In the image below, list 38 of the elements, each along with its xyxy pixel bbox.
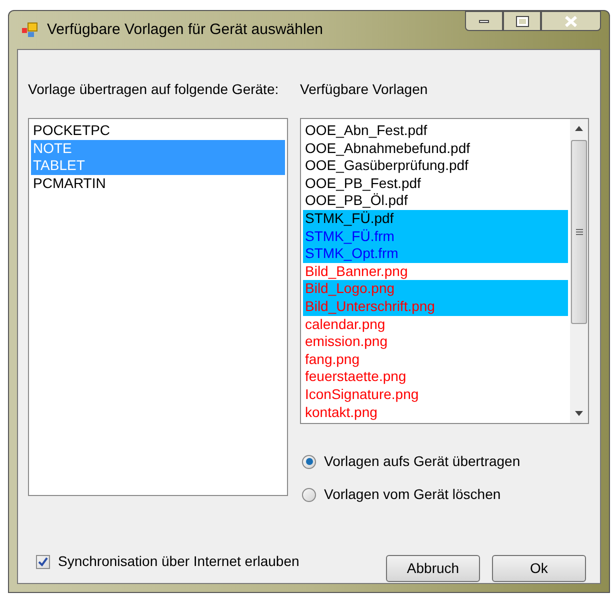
list-item[interactable]: IconSignature.png (303, 386, 568, 404)
list-item[interactable]: OOE_PB_Öl.pdf (303, 192, 568, 210)
list-item[interactable]: OOE_Abn_Fest.pdf (303, 122, 568, 140)
devices-label: Vorlage übertragen auf folgende Geräte: (28, 80, 280, 99)
scroll-thumb[interactable] (571, 140, 587, 324)
dialog-button[interactable]: Abbruch (386, 555, 480, 582)
sync-checkbox[interactable]: Synchronisation über Internet erlauben (36, 551, 300, 572)
minimize-button[interactable] (465, 11, 503, 31)
maximize-button[interactable] (503, 11, 541, 31)
list-item[interactable]: STMK_FÜ.frm (303, 228, 568, 246)
scroll-up-icon[interactable] (575, 126, 583, 131)
list-item[interactable]: kontakt.png (303, 404, 568, 422)
list-item[interactable]: PCMARTIN (31, 174, 285, 192)
list-item[interactable]: STMK_Opt.frm (303, 245, 568, 263)
scroll-down-icon[interactable] (575, 411, 583, 416)
device-list[interactable]: POCKETPC NOTE TABLET PCMARTIN (28, 118, 288, 496)
templates-label: Verfügbare Vorlagen (300, 80, 428, 99)
list-item[interactable]: fang.png (303, 350, 568, 368)
radio-label[interactable]: Vorlagen aufs Gerät übertragen (324, 451, 520, 472)
list-item[interactable]: feuerstaette.png (303, 368, 568, 386)
close-button[interactable] (541, 11, 601, 31)
list-item[interactable]: emission.png (303, 333, 568, 351)
list-item[interactable]: POCKETPC (31, 122, 285, 140)
list-item[interactable]: OOE_Gasüberprüfung.pdf (303, 157, 568, 175)
window-title: Verfügbare Vorlagen für Gerät auswählen (47, 20, 324, 40)
list-item[interactable]: OOE_Abnahmebefund.pdf (303, 140, 568, 158)
checkmark-icon (38, 556, 48, 566)
dialog-button[interactable]: Ok (492, 555, 586, 582)
radio-button[interactable] (302, 454, 316, 468)
app-icon (21, 21, 39, 39)
list-item[interactable]: STMK_FÜ.pdf (303, 210, 568, 228)
list-item[interactable]: OOE_PB_Fest.pdf (303, 174, 568, 192)
template-list[interactable] (300, 118, 589, 424)
scrollbar[interactable] (570, 119, 588, 423)
list-item[interactable]: Bild_Banner.png (303, 262, 568, 280)
radio-label[interactable]: Vorlagen vom Gerät löschen (324, 484, 501, 505)
list-item[interactable]: calendar.png (303, 316, 568, 334)
radio-button[interactable] (302, 488, 316, 502)
